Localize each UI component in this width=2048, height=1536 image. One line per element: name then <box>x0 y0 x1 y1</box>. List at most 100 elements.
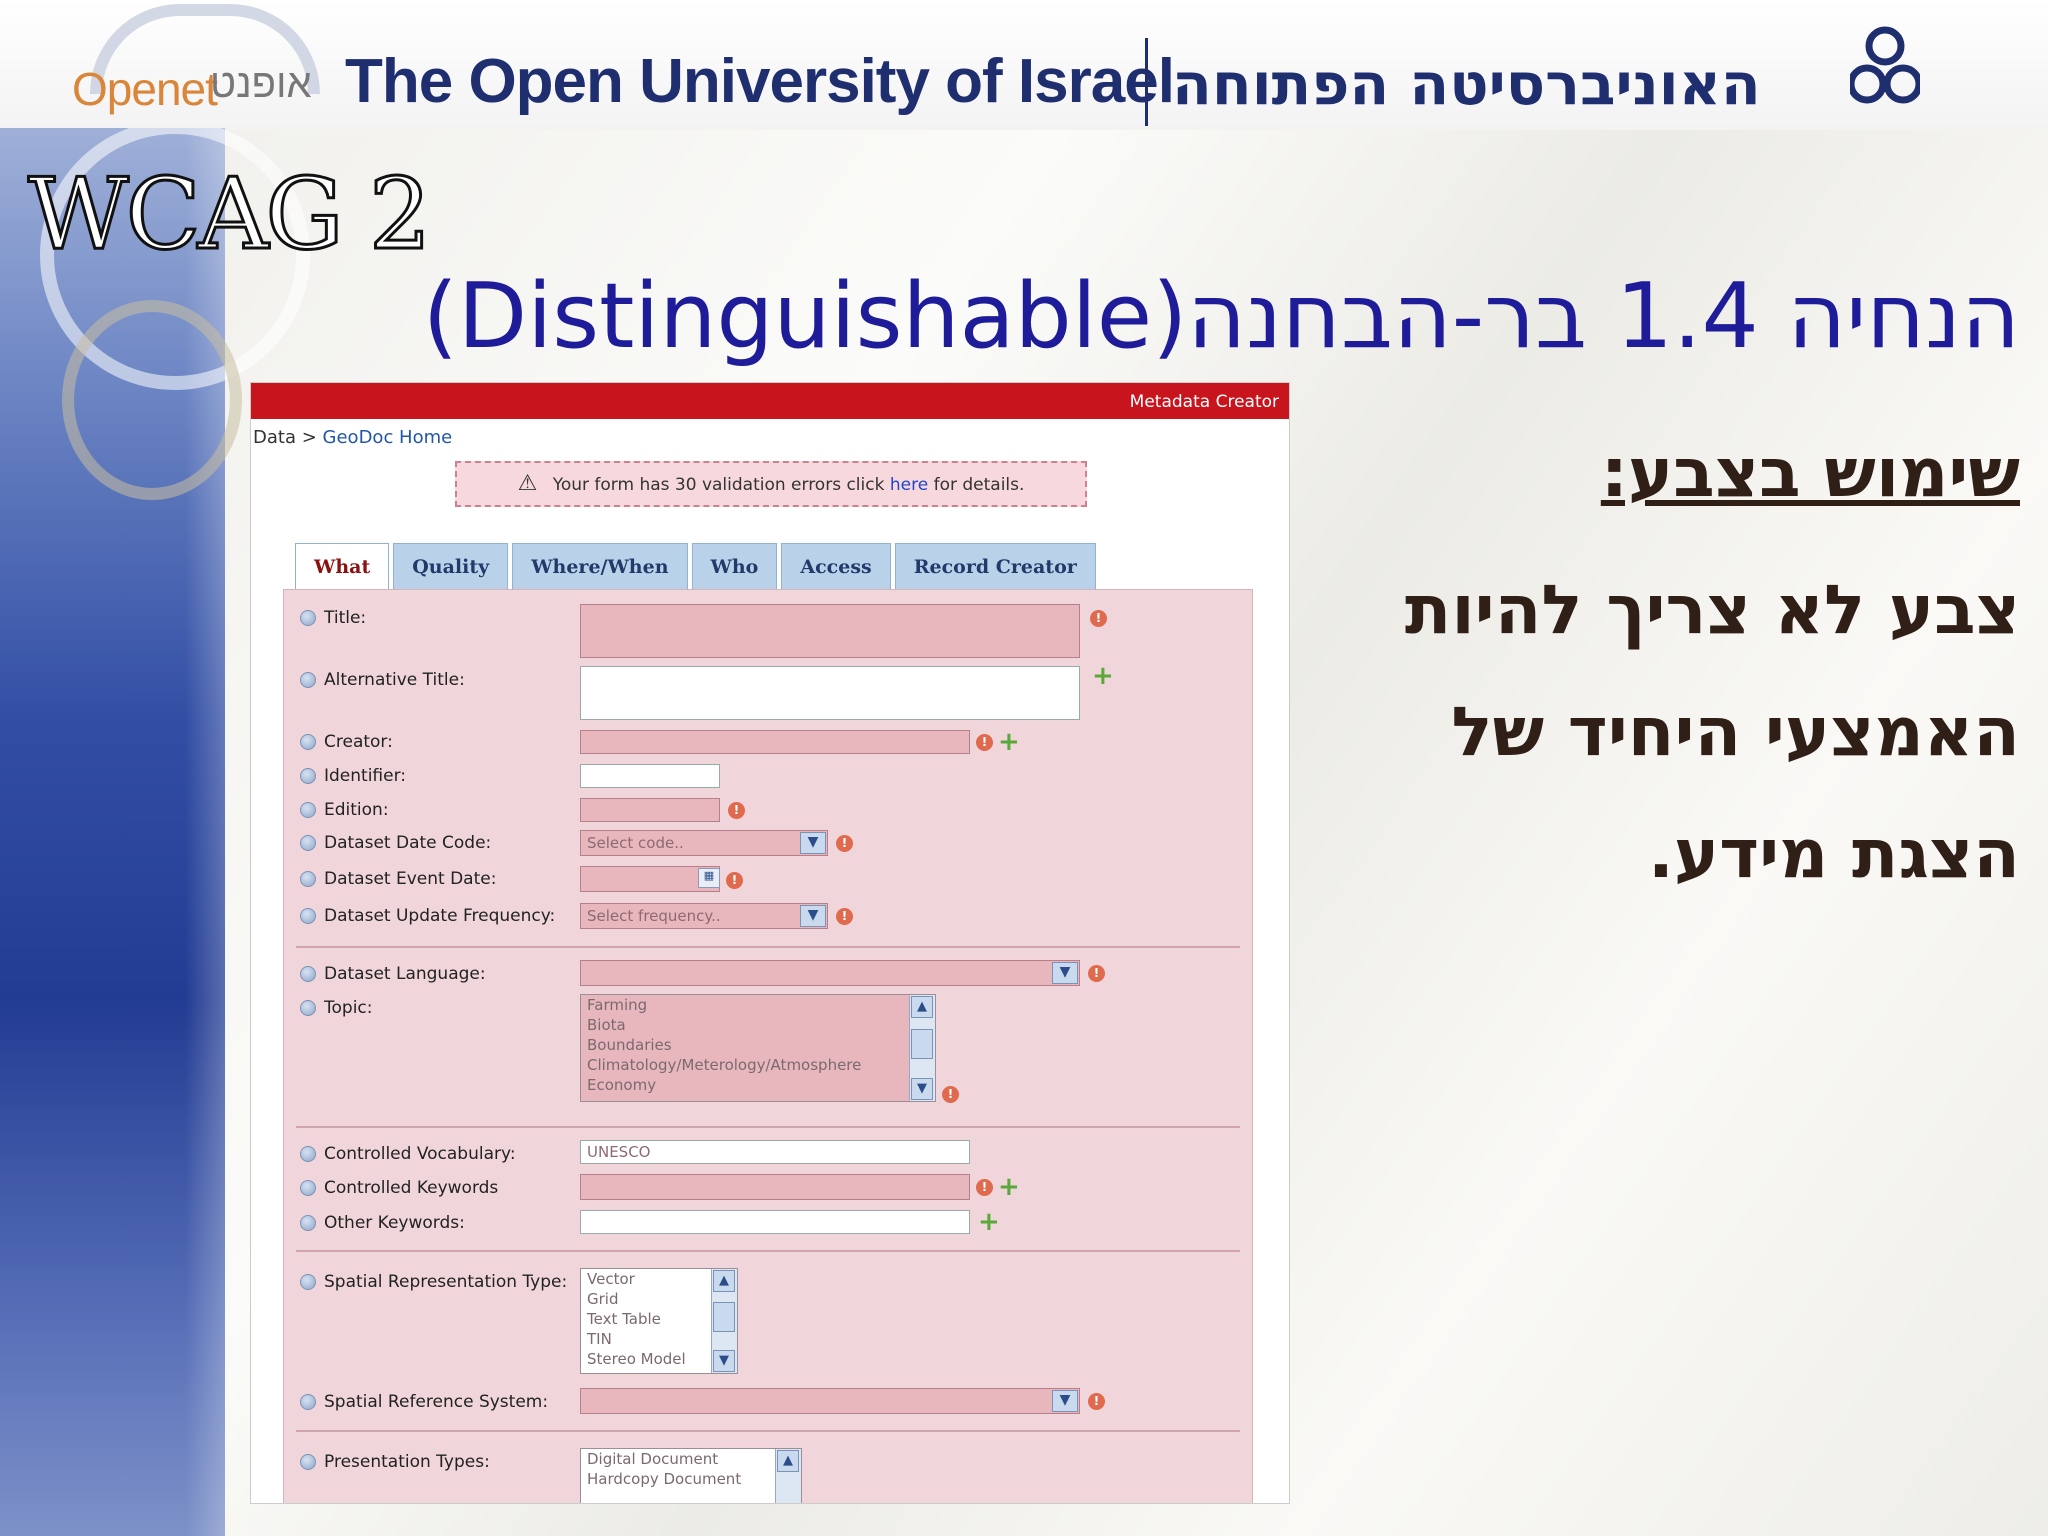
scroll-up-icon[interactable]: ▲ <box>713 1270 735 1292</box>
add-icon[interactable]: + <box>998 1174 1020 1200</box>
field-row-edition: Edition: <box>300 798 389 822</box>
help-bullet-icon[interactable] <box>300 1146 316 1162</box>
scrollbar[interactable]: ▲ ▼ <box>909 995 935 1101</box>
section-divider <box>296 946 1240 948</box>
tab-record-creator[interactable]: Record Creator <box>894 543 1096 589</box>
scroll-thumb[interactable] <box>713 1302 735 1333</box>
input-value: UNESCO <box>587 1143 651 1161</box>
field-label: Dataset Update Frequency: <box>324 906 556 926</box>
list-option[interactable]: Climatology/Meterology/Atmosphere <box>581 1055 935 1075</box>
help-bullet-icon[interactable] <box>300 1454 316 1470</box>
spatial-reference-select[interactable]: ▼ <box>580 1388 1080 1414</box>
header-divider <box>1145 38 1148 126</box>
list-option[interactable]: Farming <box>581 995 935 1015</box>
other-keywords-input[interactable] <box>580 1210 970 1234</box>
help-bullet-icon[interactable] <box>300 1000 316 1016</box>
help-bullet-icon[interactable] <box>300 610 316 626</box>
tab-quality[interactable]: Quality <box>393 543 509 589</box>
scroll-thumb[interactable] <box>911 1028 933 1059</box>
calendar-icon[interactable]: ▦ <box>698 868 720 888</box>
update-frequency-select[interactable]: Select frequency.. ▼ <box>580 903 828 929</box>
scroll-down-icon[interactable]: ▼ <box>911 1078 933 1100</box>
help-bullet-icon[interactable] <box>300 835 316 851</box>
help-bullet-icon[interactable] <box>300 1274 316 1290</box>
slide-subtitle: הנחיה 1.4 בר-הבחנה(Distinguishable) <box>422 264 2020 369</box>
field-row-alt-title: Alternative Title: <box>300 668 465 692</box>
scrollbar[interactable]: ▲ ▼ <box>711 1269 737 1373</box>
field-label: Alternative Title: <box>324 670 465 690</box>
scrollbar[interactable]: ▲ <box>775 1449 801 1503</box>
select-placeholder: Select frequency.. <box>587 907 721 925</box>
edition-input[interactable] <box>580 798 720 822</box>
help-bullet-icon[interactable] <box>300 1180 316 1196</box>
add-icon[interactable]: + <box>978 1209 1000 1235</box>
university-header: Openet אופנט The Open University of Isra… <box>0 0 2048 128</box>
controlled-vocabulary-input[interactable]: UNESCO <box>580 1140 970 1164</box>
topic-listbox[interactable]: Farming Biota Boundaries Climatology/Met… <box>580 994 936 1102</box>
body-line: צבע לא צריך להיות <box>1404 571 2020 650</box>
error-icon: ! <box>976 734 993 751</box>
presentation-types-listbox[interactable]: Digital Document Hardcopy Document ▲ <box>580 1448 802 1503</box>
breadcrumb-link[interactable]: GeoDoc Home <box>323 427 453 448</box>
chevron-down-icon[interactable]: ▼ <box>1052 1390 1078 1412</box>
help-bullet-icon[interactable] <box>300 966 316 982</box>
alternative-title-input[interactable] <box>580 666 1080 720</box>
chevron-down-icon[interactable]: ▼ <box>800 832 826 854</box>
tab-who[interactable]: Who <box>691 543 778 589</box>
chevron-down-icon[interactable]: ▼ <box>1052 962 1078 984</box>
scroll-down-icon[interactable]: ▼ <box>713 1350 735 1372</box>
help-bullet-icon[interactable] <box>300 908 316 924</box>
field-label: Spatial Representation Type: <box>324 1272 568 1292</box>
section-divider <box>296 1250 1240 1252</box>
field-label: Title: <box>324 608 367 628</box>
spatial-representation-listbox[interactable]: Vector Grid Text Table TIN Stereo Model … <box>580 1268 738 1374</box>
scroll-up-icon[interactable]: ▲ <box>911 996 933 1018</box>
add-icon[interactable]: + <box>998 729 1020 755</box>
list-option[interactable]: Boundaries <box>581 1035 935 1055</box>
field-label: Dataset Language: <box>324 964 486 984</box>
help-bullet-icon[interactable] <box>300 734 316 750</box>
tab-where-when[interactable]: Where/When <box>512 543 688 589</box>
field-row-event-date: Dataset Event Date: <box>300 867 496 891</box>
help-bullet-icon[interactable] <box>300 1394 316 1410</box>
form-title-bar: Metadata Creator <box>251 383 1289 419</box>
university-logo-icon <box>1850 26 1920 104</box>
breadcrumb-root: Data > <box>253 427 317 448</box>
tab-what[interactable]: What <box>295 543 390 589</box>
chevron-down-icon[interactable]: ▼ <box>800 905 826 927</box>
decorative-ring <box>62 300 242 500</box>
section-divider <box>296 1126 1240 1128</box>
list-option[interactable]: Biota <box>581 1015 935 1035</box>
list-option[interactable]: Digital Document <box>581 1449 801 1469</box>
help-bullet-icon[interactable] <box>300 871 316 887</box>
error-details-link[interactable]: here <box>890 475 928 495</box>
body-line: הצגת מידע. <box>1648 815 2020 894</box>
tab-access[interactable]: Access <box>781 543 891 589</box>
slide-title: WCAG 2 <box>26 157 432 274</box>
add-icon[interactable]: + <box>1092 663 1114 689</box>
controlled-keywords-input[interactable] <box>580 1174 970 1200</box>
error-icon: ! <box>942 1086 959 1103</box>
field-label: Controlled Vocabulary: <box>324 1144 516 1164</box>
field-row-identifier: Identifier: <box>300 764 406 788</box>
select-placeholder: Select code.. <box>587 834 684 852</box>
field-row-spatial-rep: Spatial Representation Type: <box>300 1270 567 1294</box>
language-select[interactable]: ▼ <box>580 960 1080 986</box>
field-label: Other Keywords: <box>324 1213 465 1233</box>
body-line: האמצעי היחיד של <box>1451 693 2020 772</box>
field-row-controlled-keywords: Controlled Keywords <box>300 1176 498 1200</box>
help-bullet-icon[interactable] <box>300 802 316 818</box>
field-row-title: Title: <box>300 606 366 630</box>
list-option[interactable]: Economy <box>581 1075 935 1095</box>
date-code-select[interactable]: Select code.. ▼ <box>580 830 828 856</box>
title-input[interactable] <box>580 604 1080 658</box>
help-bullet-icon[interactable] <box>300 1215 316 1231</box>
scroll-up-icon[interactable]: ▲ <box>777 1450 799 1472</box>
help-bullet-icon[interactable] <box>300 768 316 784</box>
list-option[interactable]: Hardcopy Document <box>581 1469 801 1489</box>
help-bullet-icon[interactable] <box>300 672 316 688</box>
field-label: Controlled Keywords <box>324 1178 499 1198</box>
identifier-input[interactable] <box>580 764 720 788</box>
warning-icon: ⚠ <box>517 471 538 496</box>
creator-input[interactable] <box>580 730 970 754</box>
